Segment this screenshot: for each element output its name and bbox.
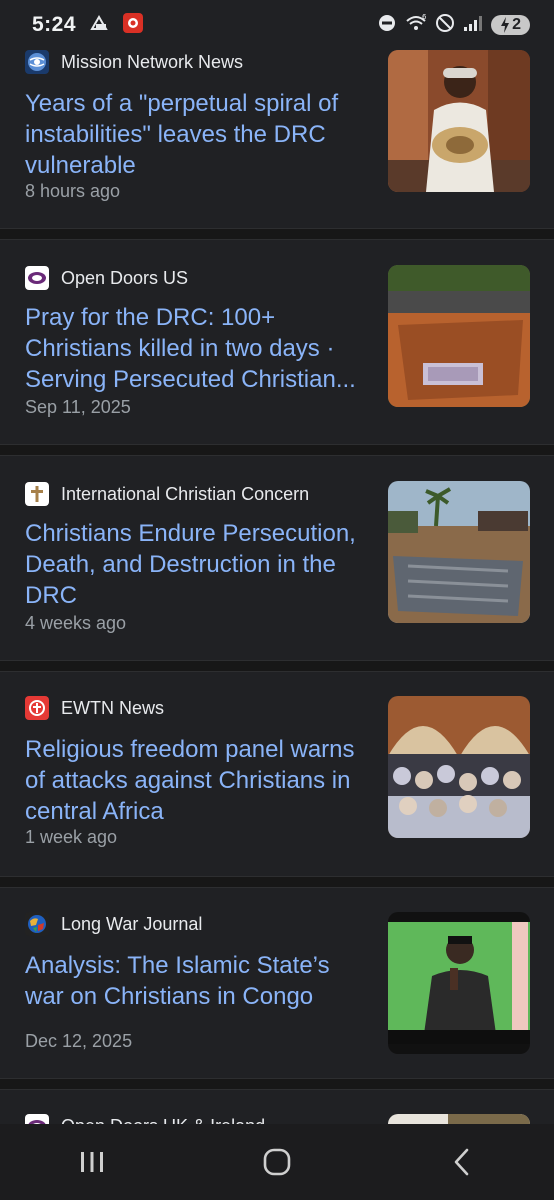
source-row: Open Doors US	[25, 266, 188, 290]
globe-icon	[25, 50, 49, 74]
status-left: 5:24	[32, 12, 144, 39]
article-thumbnail[interactable]	[388, 1114, 530, 1124]
article-timestamp: Dec 12, 2025	[25, 1031, 133, 1051]
article-headline[interactable]: Years of a "perpetual spiral of instabil…	[25, 88, 370, 181]
article-card[interactable]: EWTN News Religious freedom panel warns …	[0, 672, 554, 876]
article-timestamp: 4 weeks ago	[25, 613, 127, 633]
source-row: Mission Network News	[25, 50, 243, 74]
source-name: Long War Journal	[61, 913, 203, 934]
back-icon	[454, 1148, 468, 1176]
article-headline[interactable]: Analysis: The Islamic State’s war on Chr…	[25, 950, 370, 1012]
article-timestamp: 8 hours ago	[25, 181, 121, 201]
source-name: Open Doors UK & Ireland	[61, 1116, 265, 1125]
recents-icon	[81, 1152, 104, 1172]
battery-indicator: 2	[491, 15, 530, 35]
article-headline[interactable]: Pray for the DRC: 100+ Christians killed…	[25, 302, 370, 395]
article-card[interactable]: International Christian Concern Christia…	[0, 456, 554, 660]
source-name: International Christian Concern	[61, 483, 310, 504]
source-name: Mission Network News	[61, 51, 244, 72]
source-row: EWTN News	[25, 696, 164, 720]
charging-icon	[501, 17, 510, 33]
article-thumbnail[interactable]	[388, 265, 530, 407]
app-notification-icon	[90, 14, 108, 36]
source-row: Open Doors UK & Ireland	[25, 1114, 265, 1124]
do-not-disturb-icon	[377, 13, 397, 38]
card-divider	[0, 228, 554, 240]
source-name: EWTN News	[61, 697, 164, 718]
globe-color-icon	[25, 912, 49, 936]
article-timestamp: 1 week ago	[25, 827, 118, 847]
article-card[interactable]: Open Doors UK & Ireland	[0, 1090, 554, 1124]
card-divider	[0, 1078, 554, 1090]
wifi-icon: 6	[405, 13, 427, 38]
cross-icon	[25, 482, 49, 506]
card-divider	[0, 444, 554, 456]
article-headline[interactable]: Religious freedom panel warns of attacks…	[25, 734, 370, 827]
article-card[interactable]: Long War Journal Analysis: The Islamic S…	[0, 888, 554, 1078]
clock: 5:24	[32, 13, 77, 36]
article-card[interactable]: Open Doors US Pray for the DRC: 100+ Chr…	[0, 240, 554, 444]
home-icon	[263, 1148, 291, 1176]
status-right: 6 2	[377, 13, 530, 38]
card-divider	[0, 876, 554, 888]
source-name: Open Doors US	[61, 267, 189, 288]
card-divider	[0, 660, 554, 672]
article-thumbnail[interactable]	[388, 481, 530, 623]
article-headline[interactable]: Christians Endure Persecution, Death, an…	[25, 518, 370, 611]
svg-text:6: 6	[422, 13, 427, 21]
recents-button[interactable]	[62, 1137, 122, 1187]
open-doors-icon	[25, 1114, 49, 1124]
open-doors-icon	[25, 266, 49, 290]
signal-icon	[463, 14, 483, 37]
ewtn-icon	[25, 696, 49, 720]
blocked-icon	[435, 13, 455, 38]
home-button[interactable]	[247, 1137, 307, 1187]
game-notification-icon	[122, 12, 144, 39]
article-thumbnail[interactable]	[388, 912, 530, 1054]
article-thumbnail[interactable]	[388, 50, 530, 192]
navigation-bar	[0, 1124, 554, 1200]
source-row: Long War Journal	[25, 912, 202, 936]
article-timestamp: Sep 11, 2025	[25, 397, 131, 417]
back-button[interactable]	[432, 1137, 492, 1187]
source-row: International Christian Concern	[25, 482, 309, 506]
article-card[interactable]: Mission Network News Years of a "perpetu…	[0, 50, 554, 228]
status-bar: 5:24 6 2	[0, 0, 554, 50]
article-thumbnail[interactable]	[388, 696, 530, 838]
battery-label: 2	[512, 16, 521, 33]
